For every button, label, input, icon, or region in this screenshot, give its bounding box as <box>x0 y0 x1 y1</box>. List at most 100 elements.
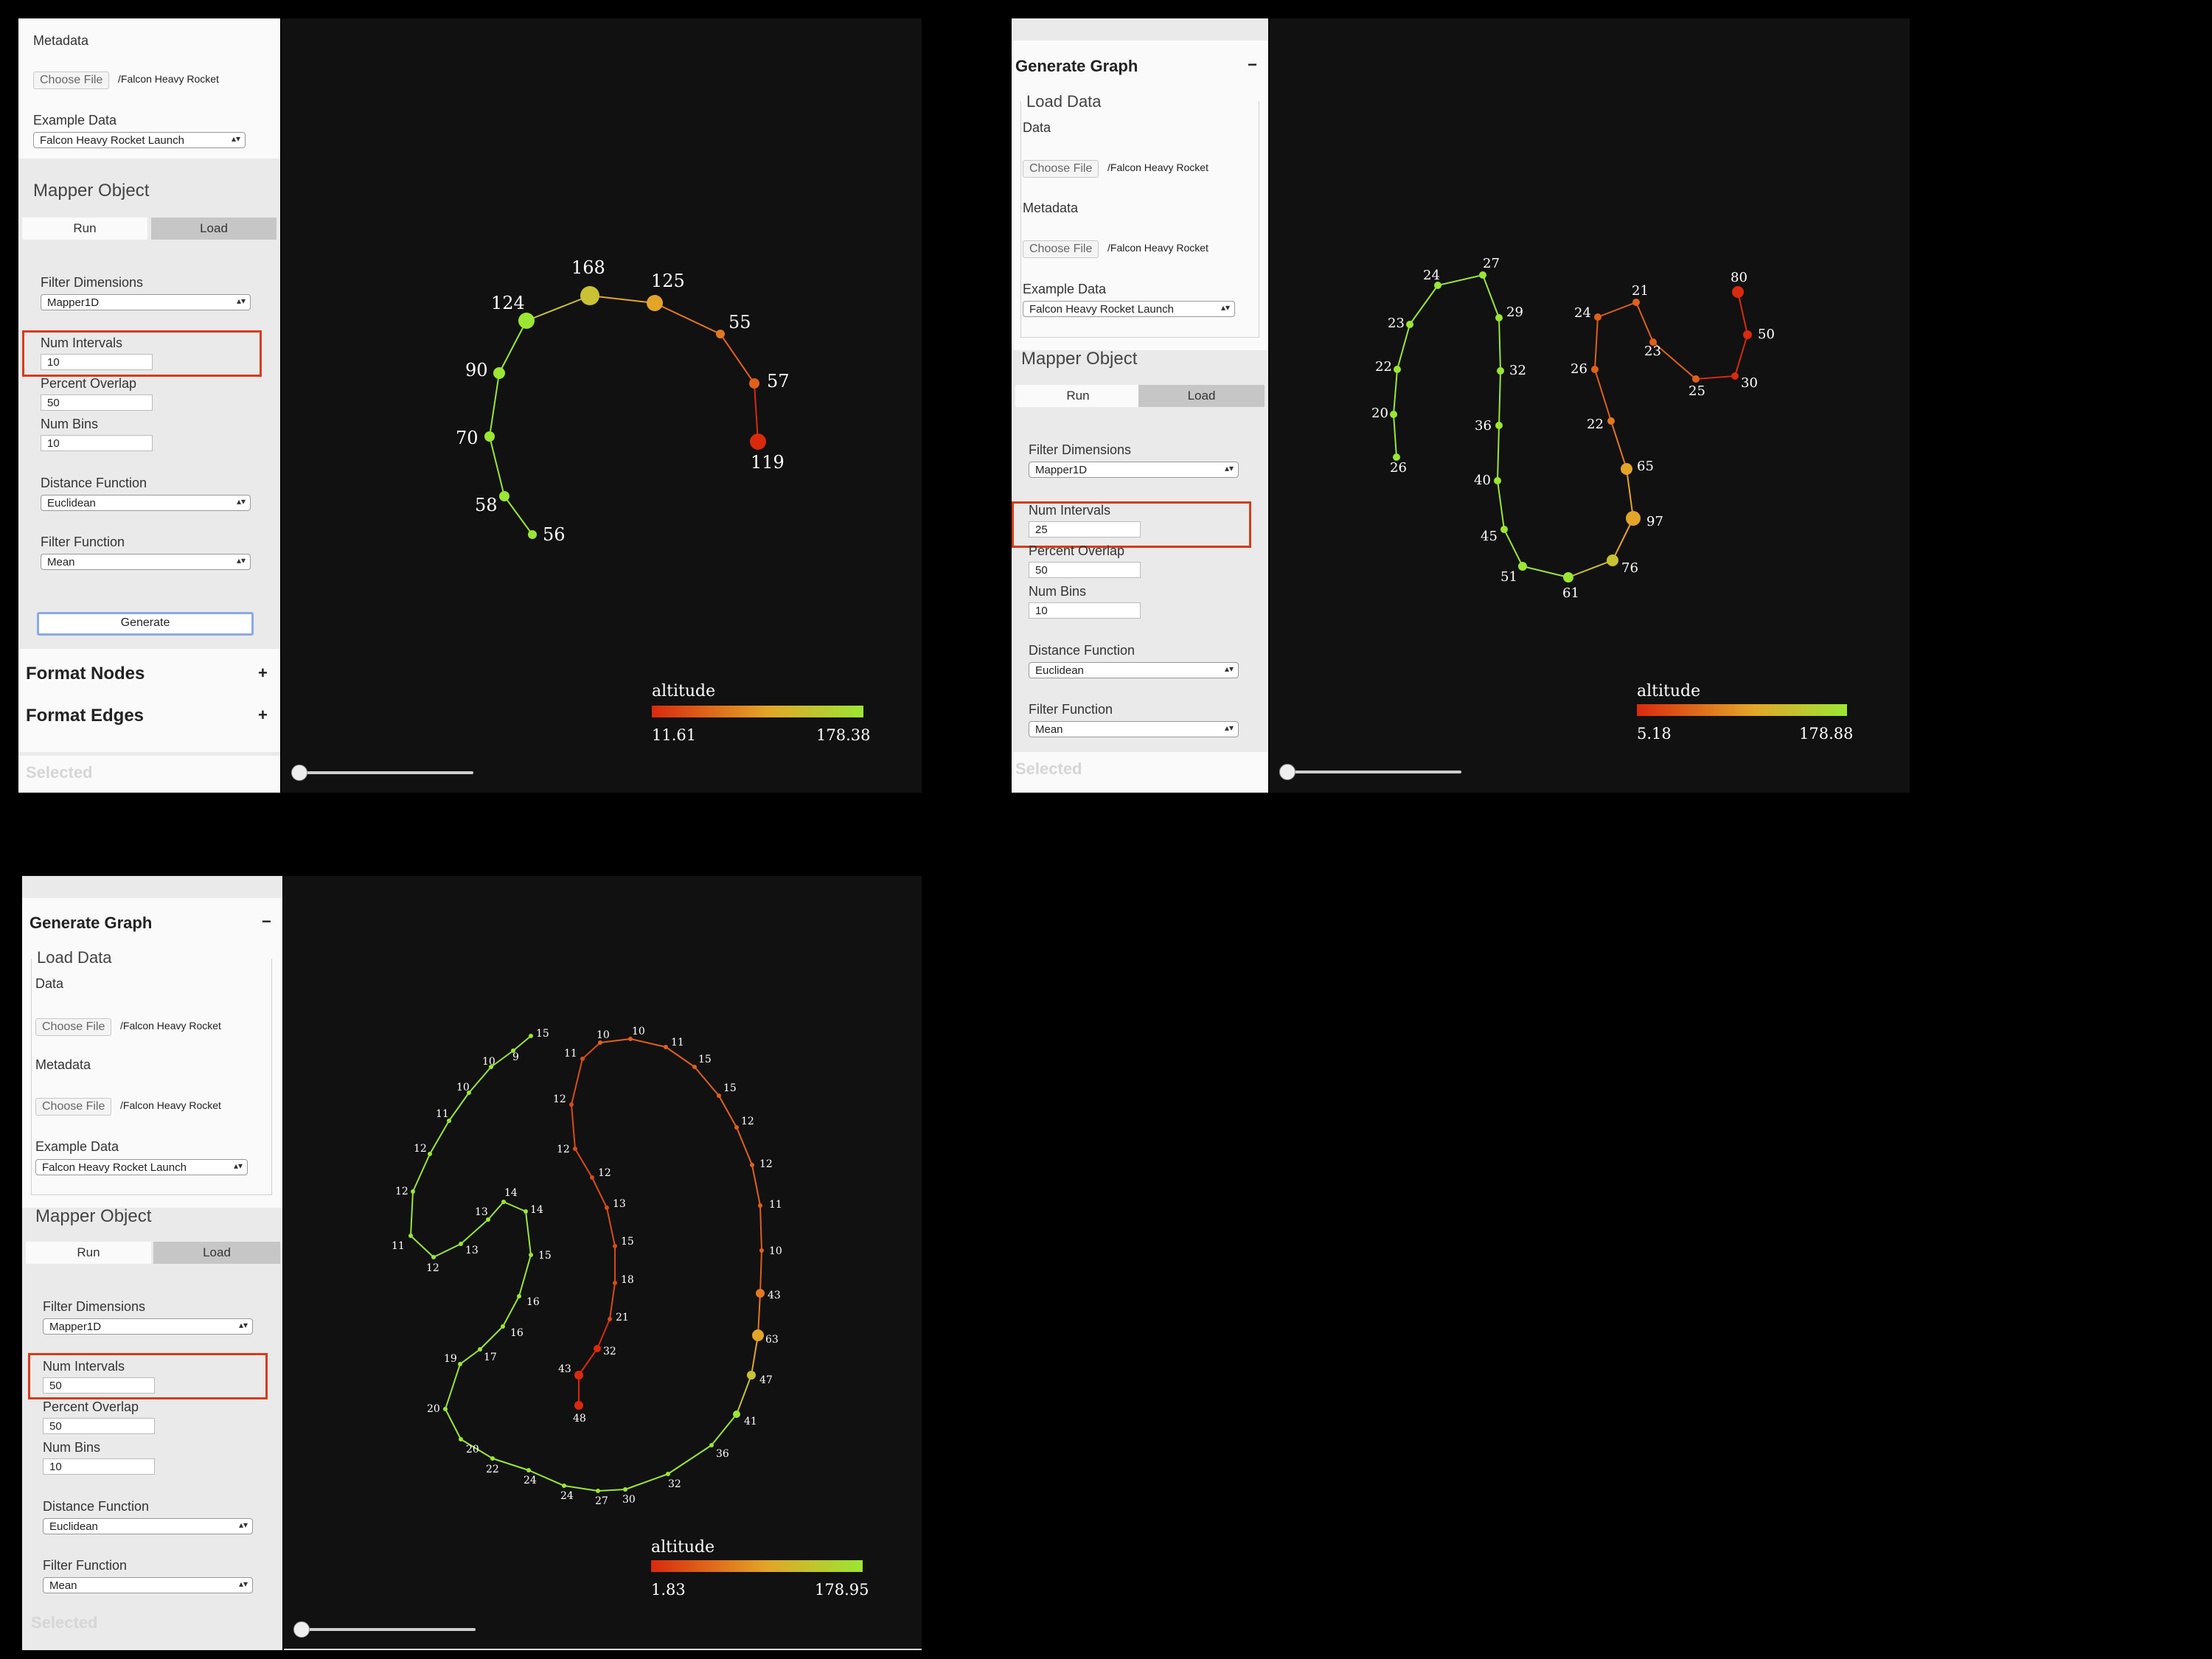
graph-node[interactable] <box>692 1065 697 1069</box>
tab-load[interactable]: Load <box>153 1242 280 1264</box>
graph-node[interactable] <box>647 295 663 311</box>
tab-run[interactable]: Run <box>26 1242 151 1264</box>
graph-node[interactable] <box>574 1401 583 1410</box>
graph-node[interactable] <box>1495 422 1503 429</box>
graph-node[interactable] <box>458 1362 462 1366</box>
slider-track[interactable] <box>293 771 473 774</box>
graph-node[interactable] <box>459 1242 463 1246</box>
graph-node[interactable] <box>1732 286 1744 298</box>
graph-node[interactable] <box>613 1281 617 1285</box>
mapper-graph[interactable]: 56 58 70 90 124 168 125 55 57 119 <box>282 18 922 793</box>
filter-dimensions-select[interactable]: Mapper1D ▴▾ <box>41 294 251 310</box>
graph-node[interactable] <box>749 378 759 389</box>
generate-button[interactable]: Generate <box>37 612 254 636</box>
percent-overlap-input[interactable]: 50 <box>43 1418 155 1434</box>
graph-node[interactable] <box>1390 411 1397 418</box>
num-bins-input[interactable]: 10 <box>41 435 153 451</box>
mapper-graph[interactable]: 26 20 22 23 24 27 29 32 36 40 45 51 61 76 97 65 22 26 24 21… <box>1270 18 1910 793</box>
graph-node[interactable] <box>529 1253 533 1257</box>
graph-node[interactable] <box>759 1248 764 1253</box>
graph-node[interactable] <box>734 1125 739 1130</box>
graph-node[interactable] <box>1591 366 1599 373</box>
graph-node[interactable] <box>580 286 599 305</box>
graph-node[interactable] <box>709 1443 714 1447</box>
filter-function-select[interactable]: Mean ▴▾ <box>1029 721 1239 737</box>
tab-load[interactable]: Load <box>1138 385 1265 407</box>
graph-node[interactable] <box>526 1468 531 1472</box>
graph-node[interactable] <box>524 1209 528 1214</box>
format-nodes-header[interactable]: Format Nodes <box>26 664 145 684</box>
graph-node[interactable] <box>408 1234 413 1238</box>
graph-node[interactable] <box>608 1317 612 1321</box>
graph-node[interactable] <box>756 1289 765 1298</box>
graph-node[interactable] <box>580 1057 585 1061</box>
graph-node[interactable] <box>1731 372 1739 380</box>
graph-node[interactable] <box>1479 271 1486 279</box>
graph-node[interactable] <box>1495 314 1503 321</box>
graph-node[interactable] <box>490 1456 495 1461</box>
graph-node[interactable] <box>1607 554 1618 566</box>
graph-node[interactable] <box>499 491 509 501</box>
graph-node[interactable] <box>518 313 535 329</box>
filter-dimensions-select[interactable]: Mapper1D ▴▾ <box>43 1318 253 1335</box>
graph-node[interactable] <box>613 1244 617 1248</box>
graph-node[interactable] <box>529 1034 533 1038</box>
graph-node[interactable] <box>750 434 766 450</box>
graph-node[interactable] <box>1632 299 1640 306</box>
slider-handle[interactable] <box>291 765 307 781</box>
graph-node[interactable] <box>733 1411 740 1418</box>
graph-node[interactable] <box>716 330 725 338</box>
graph-node[interactable] <box>573 1147 577 1151</box>
graph-canvas[interactable]: 15 9 10 10 11 12 12 11 12 13 13 14 14 15 16 16 17 19 20 20 2… <box>284 876 922 1650</box>
graph-node[interactable] <box>1563 572 1573 582</box>
filter-function-select[interactable]: Mean ▴▾ <box>41 554 251 570</box>
num-intervals-input[interactable]: 10 <box>41 354 153 370</box>
graph-node[interactable] <box>1594 313 1601 321</box>
num-intervals-input[interactable]: 25 <box>1029 521 1141 538</box>
num-bins-input[interactable]: 10 <box>43 1458 155 1475</box>
distance-function-select[interactable]: Euclidean ▴▾ <box>43 1518 253 1534</box>
graph-node[interactable] <box>666 1472 670 1476</box>
graph-node[interactable] <box>1607 417 1615 425</box>
graph-node[interactable] <box>623 1487 627 1492</box>
graph-node[interactable] <box>717 1093 721 1098</box>
example-data-select[interactable]: Falcon Heavy Rocket Launch ▴▾ <box>33 132 246 148</box>
graph-node[interactable] <box>752 1329 764 1341</box>
graph-node[interactable] <box>1692 375 1700 383</box>
graph-node[interactable] <box>605 1206 609 1210</box>
graph-node[interactable] <box>569 1102 574 1107</box>
graph-node[interactable] <box>1500 526 1508 533</box>
graph-node[interactable] <box>747 1371 756 1380</box>
graph-node[interactable] <box>1406 321 1413 328</box>
filter-function-select[interactable]: Mean ▴▾ <box>43 1577 253 1593</box>
graph-node[interactable] <box>443 1407 448 1411</box>
num-bins-input[interactable]: 10 <box>1029 602 1141 619</box>
graph-node[interactable] <box>431 1255 436 1259</box>
num-intervals-input[interactable]: 50 <box>43 1377 155 1394</box>
graph-node[interactable] <box>562 1484 566 1488</box>
graph-node[interactable] <box>517 1294 521 1298</box>
collapse-icon[interactable]: − <box>262 912 271 931</box>
expand-icon[interactable]: + <box>258 706 268 725</box>
graph-node[interactable] <box>1743 330 1752 339</box>
graph-node[interactable] <box>501 1200 506 1204</box>
graph-node[interactable] <box>594 1345 601 1352</box>
graph-node[interactable] <box>1494 477 1501 484</box>
graph-canvas[interactable]: 26 20 22 23 24 27 29 32 36 40 45 51 61 76 97 65 22 26 24 21… <box>1270 18 1910 793</box>
graph-node[interactable] <box>501 1324 505 1329</box>
graph-node[interactable] <box>478 1347 482 1352</box>
graph-node[interactable] <box>528 530 537 539</box>
metadata-choose-file-button[interactable]: Choose File <box>1023 240 1099 258</box>
generate-graph-header[interactable]: Generate Graph <box>29 914 152 933</box>
graph-node[interactable] <box>664 1045 668 1049</box>
graph-node[interactable] <box>1626 511 1641 526</box>
graph-node[interactable] <box>1518 562 1527 571</box>
graph-node[interactable] <box>1497 367 1504 375</box>
graph-node[interactable] <box>428 1152 432 1156</box>
graph-node[interactable] <box>459 1437 463 1441</box>
graph-node[interactable] <box>574 1371 583 1380</box>
graph-node[interactable] <box>750 1163 754 1167</box>
data-choose-file-button[interactable]: Choose File <box>35 1018 112 1036</box>
expand-icon[interactable]: + <box>258 664 268 683</box>
metadata-choose-file-button[interactable]: Choose File <box>35 1098 112 1116</box>
